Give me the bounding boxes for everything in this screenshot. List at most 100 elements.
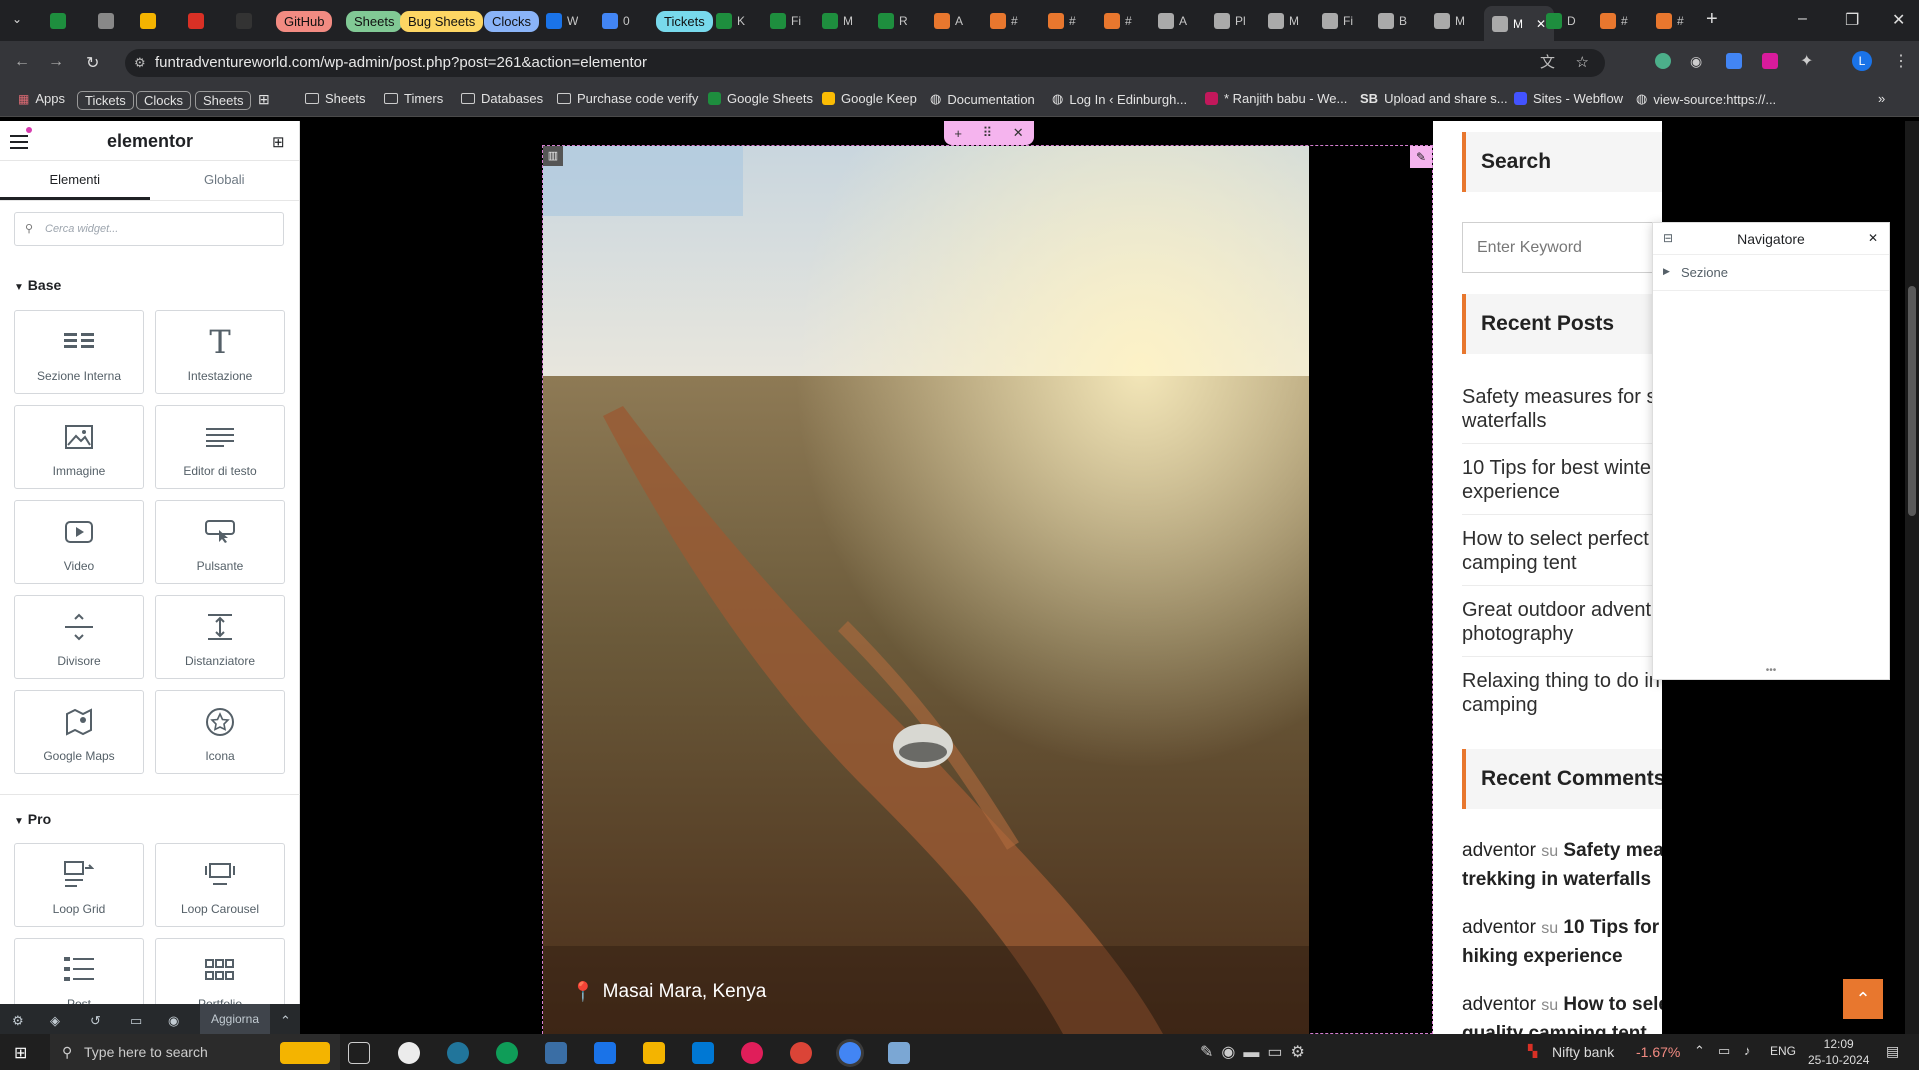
widget-button[interactable]: Pulsante xyxy=(155,500,285,584)
bookmark-login[interactable]: ◍ Log In ‹ Edinburgh... xyxy=(1052,91,1187,107)
browser-tab[interactable]: Fi xyxy=(770,6,801,36)
url-bar[interactable]: ⚙ funtradventureworld.com/wp-admin/post.… xyxy=(125,49,1605,77)
widget-spacer[interactable]: Distanziatore xyxy=(155,595,285,679)
close-tab-icon[interactable]: ✕ xyxy=(1536,17,1546,31)
volume-icon[interactable]: ♪ xyxy=(1744,1043,1751,1058)
bookmark-google-sheets[interactable]: Google Sheets xyxy=(708,91,813,106)
widget-inner-section[interactable]: Sezione Interna xyxy=(14,310,144,394)
browser-tab[interactable] xyxy=(188,6,209,36)
store-icon[interactable] xyxy=(545,1042,567,1064)
bookmark-google-keep[interactable]: Google Keep xyxy=(822,91,917,106)
bookmark-sheets-pill[interactable]: Sheets xyxy=(195,91,252,110)
widget-text-editor[interactable]: Editor di testo xyxy=(155,405,285,489)
browser-tab[interactable]: Tickets xyxy=(656,6,713,36)
tab-search-chevron-icon[interactable]: ⌄ xyxy=(12,12,22,26)
recent-post-link[interactable]: Great outdoor adventur photography xyxy=(1462,598,1662,646)
update-options-chevron-icon[interactable]: ⌃ xyxy=(280,1013,291,1029)
widgets-grid-icon[interactable]: ⊞ xyxy=(272,133,285,151)
category-base[interactable]: ▼ Base xyxy=(14,277,61,293)
browser-tab[interactable]: M xyxy=(1434,6,1465,36)
widget-heading[interactable]: T Intestazione xyxy=(155,310,285,394)
recent-post-link[interactable]: How to select perfect c camping tent xyxy=(1462,527,1662,575)
history-icon[interactable]: ↺ xyxy=(90,1013,101,1029)
browser-tab[interactable] xyxy=(98,6,119,36)
translate-extension-icon[interactable] xyxy=(1726,53,1742,69)
browser-tab[interactable]: Bug Sheets xyxy=(400,6,484,36)
close-navigator-icon[interactable]: ✕ xyxy=(1868,231,1878,245)
chrome-icon[interactable] xyxy=(790,1042,812,1064)
browser-tab[interactable]: B xyxy=(1378,6,1407,36)
recent-post-link[interactable]: 10 Tips for best winter experience xyxy=(1462,456,1658,504)
bookmark-webflow[interactable]: Sites - Webflow xyxy=(1514,91,1623,106)
close-window-icon[interactable]: ✕ xyxy=(1892,10,1905,30)
edge-icon[interactable] xyxy=(496,1042,518,1064)
file-explorer-icon[interactable] xyxy=(643,1042,665,1064)
site-info-icon[interactable]: ⚙ xyxy=(134,49,146,77)
widget-search-input[interactable]: ⚲ Cerca widget... xyxy=(14,212,284,246)
recent-post-link[interactable]: Relaxing thing to do in camping xyxy=(1462,669,1660,717)
browser-tab[interactable]: M ✕ xyxy=(1484,6,1555,41)
tab-globals[interactable]: Globali xyxy=(150,161,300,200)
clock[interactable]: 12:09 25-10-2024 xyxy=(1808,1036,1869,1068)
windows-start-icon[interactable]: ⊞ xyxy=(14,1043,27,1063)
bookmark-ranjith[interactable]: * Ranjith babu - We... xyxy=(1205,91,1347,106)
extension-icon[interactable] xyxy=(1655,53,1671,69)
restore-icon[interactable]: ❐ xyxy=(1845,10,1859,30)
network-icon[interactable]: ▭ xyxy=(1718,1043,1730,1059)
browser-tab[interactable]: W xyxy=(546,6,578,36)
browser-tab[interactable]: Clocks xyxy=(484,6,540,36)
taskbar-search-box[interactable]: ⚲ Type here to search xyxy=(50,1034,340,1070)
browser-tab[interactable]: # xyxy=(1104,6,1132,36)
preview-eye-icon[interactable]: ◉ xyxy=(168,1013,179,1029)
browser-tab[interactable]: # xyxy=(1600,6,1628,36)
camera-extension-icon[interactable]: ◉ xyxy=(1690,53,1702,70)
bookmark-databases[interactable]: Databases xyxy=(461,91,543,106)
bookmark-upload[interactable]: SB Upload and share s... xyxy=(1360,91,1508,106)
vscode-icon[interactable] xyxy=(692,1042,714,1064)
reload-icon[interactable]: ↻ xyxy=(86,53,99,73)
browser-tab[interactable]: M xyxy=(822,6,853,36)
browser-tab[interactable]: Pl xyxy=(1214,6,1246,36)
bookmark-grid[interactable]: ⊞ xyxy=(258,91,270,108)
caret-right-icon[interactable]: ▶ xyxy=(1663,266,1670,277)
browser-tab[interactable]: R xyxy=(878,6,908,36)
responsive-mode-icon[interactable]: ▭ xyxy=(130,1013,142,1029)
browser-tab[interactable]: K xyxy=(716,6,745,36)
bookmark-clocks[interactable]: Clocks xyxy=(136,91,192,110)
browser-tab[interactable]: Fi xyxy=(1322,6,1353,36)
sidebar-search-input[interactable]: Enter Keyword xyxy=(1462,222,1662,273)
browser-tab[interactable]: GitHub xyxy=(276,6,333,36)
navigator-resize-handle[interactable]: ••• xyxy=(1653,666,1889,679)
browser-tab[interactable] xyxy=(140,6,161,36)
widget-video[interactable]: Video xyxy=(14,500,144,584)
bookmark-timers[interactable]: Timers xyxy=(384,91,443,106)
safari-image[interactable]: 📍 Masai Mara, Kenya xyxy=(543,146,1309,1034)
chrome-active-icon[interactable] xyxy=(839,1042,861,1064)
category-pro[interactable]: ▼ Pro xyxy=(14,811,51,827)
column-handle-icon[interactable]: ▥ xyxy=(543,146,563,166)
browser-tab[interactable] xyxy=(50,6,71,36)
delete-section-icon[interactable]: ✕ xyxy=(1013,125,1024,141)
bookmark-tickets[interactable]: Tickets xyxy=(77,91,134,110)
navigator-header[interactable]: ⊟ Navigatore ✕ xyxy=(1653,223,1889,255)
update-button[interactable]: Aggiorna xyxy=(200,1004,270,1034)
app-icon[interactable] xyxy=(398,1042,420,1064)
bookmark-purchase[interactable]: Purchase code verify xyxy=(557,91,698,106)
recent-post-link[interactable]: Safety measures for saf waterfalls xyxy=(1462,385,1662,433)
system-tray-tools-icons[interactable]: ✎◉▬▭⚙ xyxy=(1200,1042,1313,1062)
widget-icon[interactable]: Icona xyxy=(155,690,285,774)
slack-icon[interactable] xyxy=(741,1042,763,1064)
bookmark-apps[interactable]: ▦ Apps xyxy=(18,91,65,106)
page-scrollbar[interactable] xyxy=(1905,121,1919,1034)
browser-tab[interactable]: # xyxy=(990,6,1018,36)
notifications-icon[interactable]: ▤ xyxy=(1886,1043,1899,1060)
settings-gear-icon[interactable]: ⚙ xyxy=(12,1013,24,1029)
browser-tab[interactable]: D xyxy=(1546,6,1576,36)
bookmark-sheets[interactable]: Sheets xyxy=(305,91,365,106)
back-icon[interactable]: ← xyxy=(14,53,30,71)
extensions-puzzle-icon[interactable]: ✦ xyxy=(1800,51,1813,71)
navigator-item-section[interactable]: ▶ Sezione xyxy=(1653,255,1889,291)
browser-tab[interactable]: # xyxy=(1048,6,1076,36)
browser-tab[interactable]: 0 xyxy=(602,6,630,36)
edit-widget-pencil-icon[interactable]: ✎ xyxy=(1410,146,1432,168)
